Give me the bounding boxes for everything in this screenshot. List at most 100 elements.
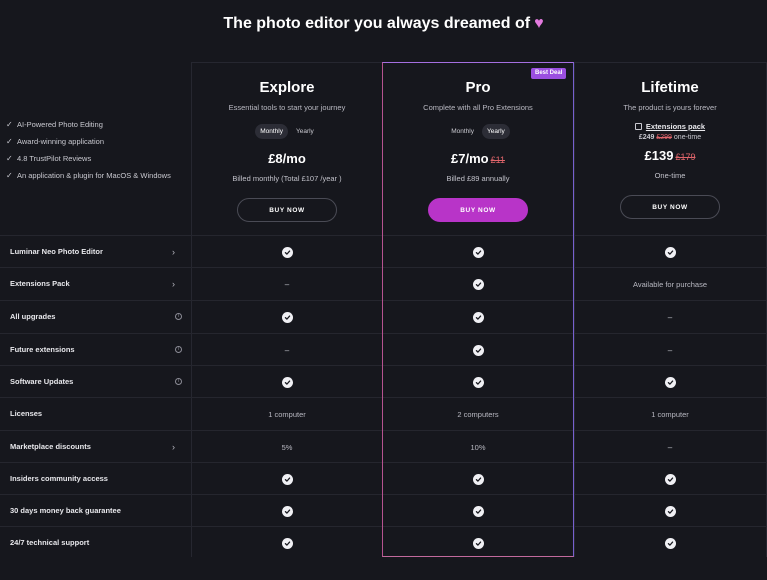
cell-pro: 2 computers [382,398,574,430]
cell-value: 1 computer [651,409,689,419]
row-label: Luminar Neo Photo Editor [10,247,103,256]
feature-item: ✓ AI-Powered Photo Editing [6,120,103,129]
table-row: Insiders community access [0,463,767,495]
feature-item: ✓ An application & plugin for MacOS & Win… [6,171,171,180]
cell-explore: – [191,334,383,366]
check-icon [281,537,293,549]
check-icon [664,473,676,485]
chevron-right-icon[interactable]: › [172,431,175,463]
plan-price: £7/mo £11 [382,151,574,166]
plan-name: Pro [465,79,491,96]
cell-explore: 1 computer [191,398,383,430]
cell-lifetime [574,495,766,527]
check-icon [664,376,676,388]
row-label: Licenses [10,409,43,418]
row-label: 24/7 technical support [10,538,90,547]
cell-pro [382,236,574,268]
billing-toggle: Monthly Yearly [253,122,321,141]
cell-value: 2 computers [457,409,499,419]
feature-item: ✓ Award-winning application [6,137,104,146]
row-label: All upgrades [10,312,56,321]
check-icon [472,473,484,485]
chevron-right-icon[interactable]: › [172,268,175,300]
plan-description: The product is yours forever [623,103,717,112]
row-label: Marketplace discounts [10,442,91,451]
toggle-yearly[interactable]: Yearly [291,124,319,139]
feature-item: ✓ 4.8 TrustPilot Reviews [6,154,92,163]
cell-explore [191,495,383,527]
toggle-monthly[interactable]: Monthly [255,124,288,139]
row-label: Future extensions [10,345,75,354]
row-label: Insiders community access [10,474,108,483]
chevron-right-icon[interactable]: › [172,236,175,268]
check-icon [281,505,293,517]
dash-placeholder: – [667,345,673,355]
check-icon: ✓ [6,171,13,180]
check-icon [664,537,676,549]
cell-explore [191,463,383,495]
check-icon: ✓ [6,137,13,146]
row-label: 30 days money back guarantee [10,506,121,515]
cell-lifetime: Available for purchase [574,268,766,300]
row-label: Extensions Pack [10,279,70,288]
buy-now-button-explore[interactable]: BUY NOW [237,198,337,222]
table-row: Future extensions i – – [0,334,767,366]
buy-now-button-pro[interactable]: BUY NOW [428,198,528,222]
table-row: Luminar Neo Photo Editor › [0,236,767,268]
info-icon[interactable]: i [175,313,182,320]
cell-pro: 10% [382,431,574,463]
check-icon [281,246,293,258]
cell-value: Available for purchase [632,279,708,289]
extensions-pack-option[interactable]: Extensions pack [574,122,766,131]
check-icon [664,246,676,258]
page-headline: The photo editor you always dreamed of ♥ [0,15,767,33]
extensions-checkbox[interactable] [634,123,642,130]
check-icon: ✓ [6,154,13,163]
cell-lifetime: – [574,431,766,463]
check-icon [281,376,293,388]
check-icon [472,311,484,323]
old-price: £11 [490,155,505,165]
cell-explore [191,527,383,559]
table-row: Software Updates i [0,366,767,398]
feature-list: ✓ AI-Powered Photo Editing ✓ Award-winning… [6,116,171,184]
table-row: All upgrades i – [0,301,767,333]
cell-explore [191,236,383,268]
cell-lifetime [574,366,766,398]
check-icon [472,537,484,549]
cell-explore [191,366,383,398]
check-icon: ✓ [6,120,13,129]
cell-value: 5% [281,442,293,452]
plan-name: Lifetime [641,79,699,96]
info-icon[interactable]: i [175,378,182,385]
cell-value: 1 computer [268,409,306,419]
plan-lifetime: Lifetime The product is yours forever Ex… [574,62,766,219]
buy-now-button-lifetime[interactable]: BUY NOW [620,195,720,219]
heart-icon: ♥ [534,15,544,32]
cell-explore [191,301,383,333]
dash-placeholder: – [284,279,290,289]
plan-description: Complete with all Pro Extensions [423,103,533,112]
table-row: 30 days money back guarantee [0,495,767,527]
toggle-monthly[interactable]: Monthly [446,124,479,139]
table-row: Extensions Pack › – Available for purchase [0,268,767,300]
billing-toggle: Monthly Yearly [444,122,512,141]
cell-value: 10% [470,442,486,452]
billing-note: Billed monthly (Total £107 /year ) [232,174,342,183]
check-icon [472,376,484,388]
cell-pro [382,495,574,527]
plan-explore: Explore Essential tools to start your jo… [191,62,383,222]
billing-note: Billed £89 annually [446,174,510,183]
plan-name: Explore [259,79,315,96]
extensions-label[interactable]: Extensions pack [646,122,705,131]
toggle-yearly[interactable]: Yearly [481,124,510,139]
check-icon [664,505,676,517]
dash-placeholder: – [667,312,673,322]
cell-pro [382,334,574,366]
table-row: Licenses 1 computer 2 computers 1 computer [0,398,767,430]
plan-pro: Pro Complete with all Pro Extensions Mon… [382,62,574,222]
info-icon[interactable]: i [175,346,182,353]
cell-lifetime: 1 computer [574,398,766,430]
dash-placeholder: – [284,345,290,355]
table-row: 24/7 technical support [0,527,767,559]
